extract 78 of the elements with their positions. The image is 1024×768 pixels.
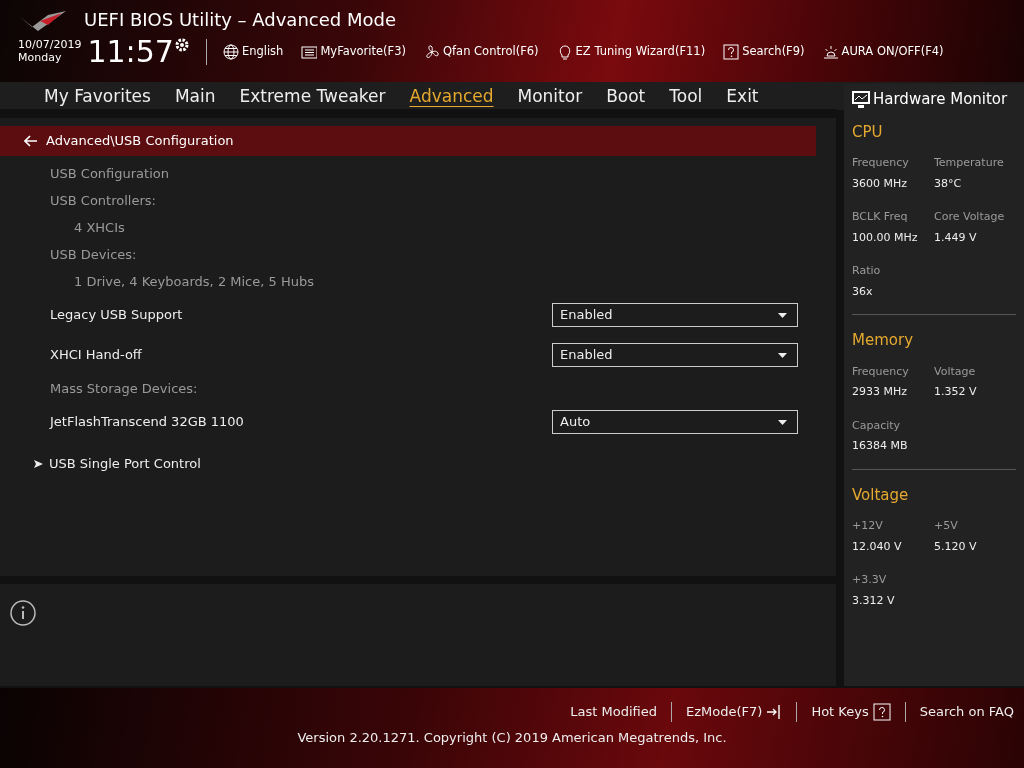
setting-label: Mass Storage Devices:: [49, 380, 199, 398]
reading-label: +5V: [934, 518, 959, 534]
light-icon: [822, 44, 839, 60]
reading-value: 38°C: [934, 175, 963, 192]
window-title: UEFI BIOS Utility – Advanced Mode: [84, 8, 396, 32]
info-text: 4 XHCIs: [73, 219, 126, 237]
footer-link[interactable]: EzMode(F7): [686, 702, 783, 722]
dropdown-field[interactable]: Enabled: [552, 343, 798, 367]
reading-value: 12.040 V: [852, 538, 903, 555]
reading-value: 1.449 V: [934, 229, 978, 246]
setting-label: JetFlashTranscend 32GB 1100: [50, 413, 244, 432]
footer-link[interactable]: Last Modified: [570, 702, 657, 722]
settings-icon[interactable]: [173, 37, 190, 53]
reading-value: 2933 MHz: [852, 384, 909, 400]
dropdown-field[interactable]: Auto: [552, 410, 798, 434]
reading-value: 16384 MB: [852, 438, 909, 454]
reading-value: 1.352 V: [934, 384, 978, 400]
menu-tab[interactable]: Advanced: [397, 82, 506, 109]
monitor-icon: [852, 90, 870, 108]
submenu-link[interactable]: USB Single Port Control: [49, 454, 201, 474]
menu-tab[interactable]: Main: [162, 82, 228, 109]
menu-tab[interactable]: Boot: [594, 82, 658, 109]
copyright-text: Version 2.20.1271. Copyright (C) 2019 American Megatrends, Inc.: [297, 729, 727, 747]
fan-icon: [424, 44, 440, 60]
section-title: Memory: [852, 330, 914, 351]
reading-label: BCLK Freq: [852, 209, 909, 225]
dropdown-field[interactable]: Enabled: [552, 303, 798, 327]
setting-label: XHCI Hand-off: [50, 346, 142, 365]
panel-title: Hardware Monitor: [873, 89, 1008, 110]
reading-label: Core Voltage: [934, 209, 1006, 225]
toolbar-button[interactable]: MyFavorite(F3): [301, 43, 406, 61]
reading-value: 100.00 MHz: [852, 229, 919, 246]
setting-label: USB Configuration: [49, 165, 170, 183]
reading-label: Capacity: [852, 417, 902, 434]
day-text: Monday: [18, 52, 63, 65]
date-text: 10/07/2019: [18, 39, 82, 52]
menu-tab[interactable]: Extreme Tweaker: [227, 82, 398, 109]
toolbar-button[interactable]: AURA ON/OFF(F4): [822, 43, 944, 61]
reading-label: +3.3V: [852, 572, 888, 588]
reading-label: Voltage: [934, 363, 977, 380]
toolbar-button[interactable]: EZ Tuning Wizard(F11): [556, 43, 706, 61]
reading-label: Temperature: [934, 155, 1005, 171]
help-icon: [723, 44, 740, 60]
clock-text: 11:57: [87, 37, 174, 67]
menu-tab[interactable]: Exit: [714, 82, 771, 109]
reading-value: 5.120 V: [934, 538, 978, 555]
caret-icon: [778, 352, 787, 358]
toolbar-button[interactable]: English: [222, 43, 284, 61]
toolbar-button[interactable]: Qfan Control(F6): [424, 43, 539, 61]
reading-value: 36x: [852, 283, 874, 300]
info-icon: [10, 600, 36, 627]
back-arrow-icon[interactable]: [24, 135, 38, 147]
reading-value: 3600 MHz: [852, 175, 909, 192]
exit-icon: [766, 704, 783, 720]
reading-label: Ratio: [852, 263, 882, 279]
footer-link[interactable]: Hot Keys: [811, 702, 891, 722]
reading-label: Frequency: [852, 155, 910, 171]
help-icon: [872, 703, 891, 721]
menu-tab[interactable]: Monitor: [505, 82, 595, 109]
footer-link[interactable]: Search on FAQ: [919, 702, 1014, 722]
setting-label: Legacy USB Support: [50, 306, 183, 325]
chevron-icon: [34, 460, 43, 468]
list-icon: [301, 44, 318, 60]
caret-icon: [778, 419, 787, 425]
reading-label: +12V: [852, 518, 884, 534]
reading-value: 3.312 V: [852, 592, 896, 609]
breadcrumb-bar[interactable]: Advanced\USB Configuration: [0, 126, 816, 156]
section-title: CPU: [852, 121, 884, 143]
toolbar-button[interactable]: Search(F9): [723, 43, 805, 61]
setting-label: USB Controllers:: [49, 192, 157, 210]
setting-label: USB Devices:: [49, 246, 138, 264]
caret-icon: [778, 312, 787, 318]
globe-icon: [222, 44, 239, 60]
menu-tab[interactable]: My Favorites: [32, 82, 163, 109]
menu-tab[interactable]: Tool: [657, 82, 715, 109]
section-title: Voltage: [852, 484, 910, 506]
reading-label: Frequency: [852, 363, 910, 380]
info-text: 1 Drive, 4 Keyboards, 2 Mice, 5 Hubs: [73, 273, 315, 291]
